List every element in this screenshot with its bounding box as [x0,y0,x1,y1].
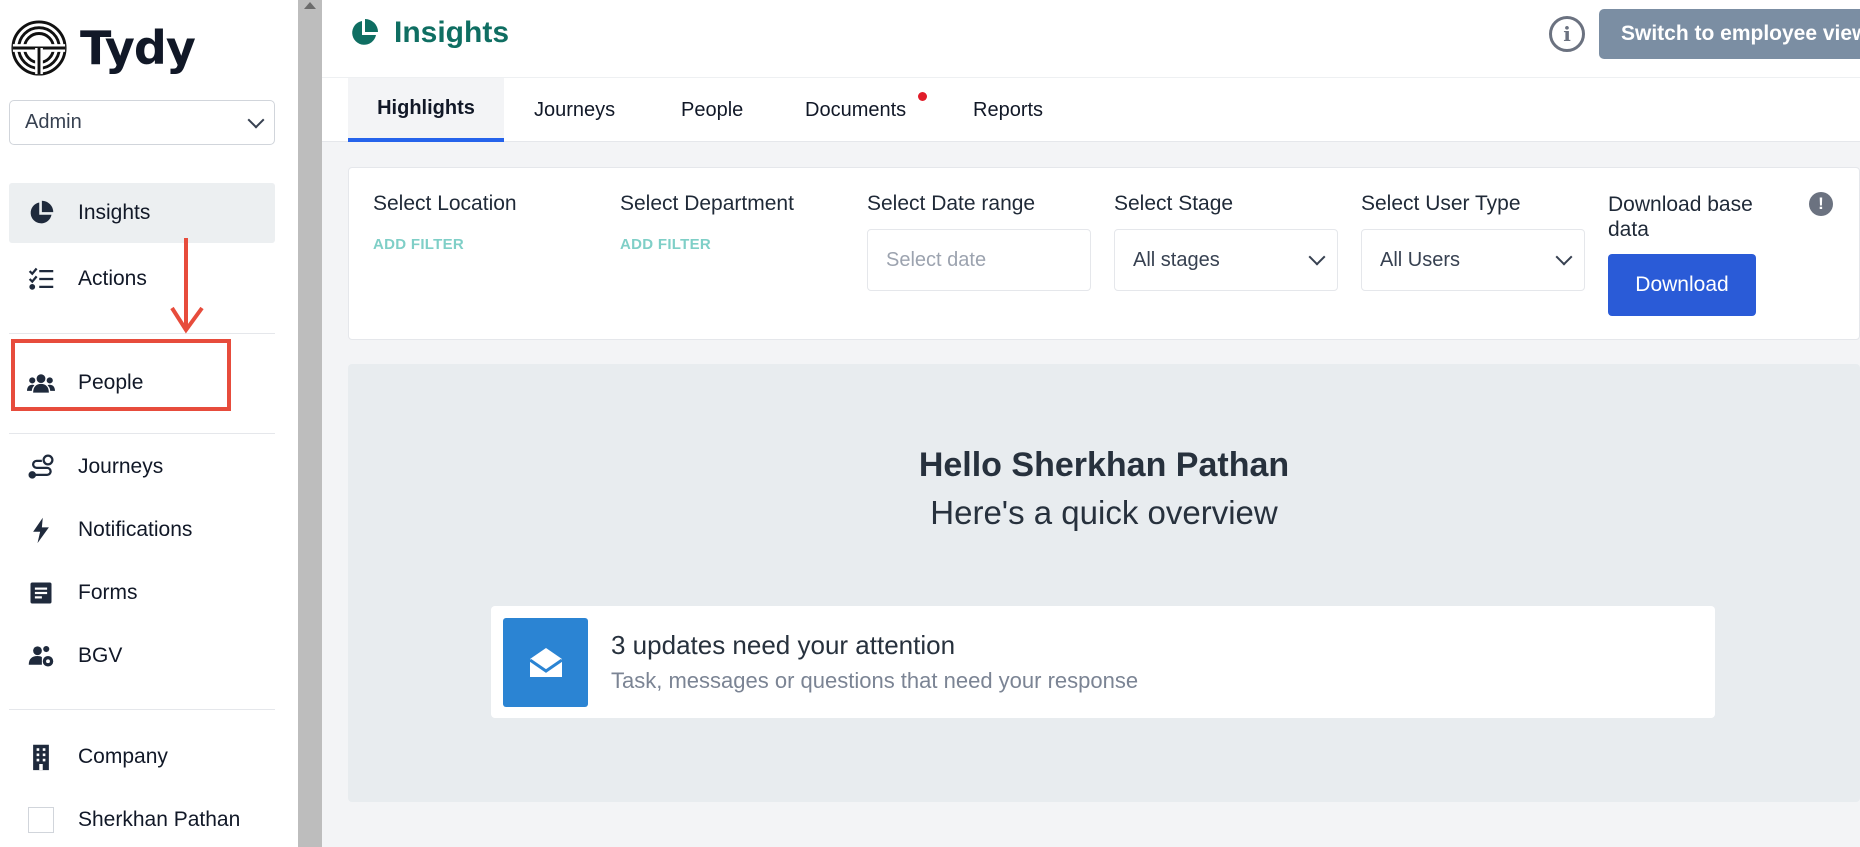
bolt-icon [26,515,56,545]
sidebar-item-insights[interactable]: Insights [9,183,275,243]
sidebar-item-forms[interactable]: Forms [9,563,275,623]
user-type-filter: Select User Type [1361,192,1521,216]
location-add-filter-link[interactable]: ADD FILTER [373,236,517,253]
department-filter: Select Department ADD FILTER [620,192,794,253]
download-section: Download base data [1608,192,1783,242]
date-range-placeholder: Select date [886,248,987,271]
annotation-arrow-icon [170,238,204,334]
sidebar-item-notifications[interactable]: Notifications [9,500,275,560]
role-select[interactable]: Admin [9,100,275,145]
avatar-placeholder [28,807,54,833]
annotation-highlight-box [11,339,231,411]
info-icon[interactable]: i [1549,16,1585,52]
greeting-subtitle: Here's a quick overview [930,494,1278,531]
page-title-text: Insights [394,16,510,49]
alert-info-icon[interactable]: ! [1809,192,1833,216]
department-filter-label: Select Department [620,192,794,215]
sidebar-item-profile[interactable]: Sherkhan Pathan [9,790,275,847]
department-add-filter-link[interactable]: ADD FILTER [620,236,794,253]
tab-label: Highlights [377,96,475,119]
sidebar-item-label: Journeys [78,455,164,478]
route-icon [26,452,56,482]
page-title: Insights [348,16,509,50]
download-label: Download base data [1608,193,1753,241]
sidebar-item-bgv[interactable]: BGV [9,626,275,686]
brand-logo[interactable]: Tydy [10,18,196,78]
checklist-icon [26,264,56,294]
chevron-down-icon [1555,248,1573,266]
tab-label: People [681,98,744,121]
pie-chart-icon [352,19,378,45]
tab-label: Reports [973,98,1044,121]
tab-reports[interactable]: Reports [973,78,1043,142]
sidebar-item-label: BGV [78,644,123,667]
tab-highlights[interactable]: Highlights [348,78,504,142]
overview-panel: Hello Sherkhan Pathan Here's a quick ove… [348,364,1860,802]
tydy-logo-icon [11,20,67,76]
tab-bar: Highlights Journeys People Documents Rep… [322,78,1860,142]
sidebar-item-actions[interactable]: Actions [9,249,275,309]
sidebar-item-label: Actions [78,267,147,290]
sidebar-item-label: Company [78,745,168,768]
pie-chart-icon [26,198,56,228]
role-select-value: Admin [25,111,82,133]
stage-filter-label: Select Stage [1114,192,1234,215]
sidebar-item-label: Sherkhan Pathan [78,808,241,831]
tab-documents[interactable]: Documents [805,78,927,142]
tab-label: Documents [805,98,907,121]
greeting-heading: Hello Sherkhan Pathan [918,446,1290,484]
form-icon [26,578,56,608]
stage-select-value: All stages [1133,248,1220,271]
chevron-down-icon [247,111,265,128]
chevron-down-icon [1308,248,1326,266]
brand-name: Tydy [80,21,196,75]
envelope-open-icon [503,618,588,707]
location-filter: Select Location ADD FILTER [373,192,517,253]
sidebar-divider [9,433,275,434]
sidebar: Tydy Admin Insights Actions People Journ… [0,0,298,847]
sidebar-item-journeys[interactable]: Journeys [9,437,275,497]
sidebar-divider [9,333,275,334]
filter-panel: Select Location ADD FILTER Select Depart… [348,167,1860,340]
location-filter-label: Select Location [373,192,517,215]
page-header: Insights i Switch to employee view [322,0,1860,78]
date-range-input[interactable]: Select date [867,229,1091,291]
notification-dot [918,92,927,101]
tab-journeys[interactable]: Journeys [534,78,615,142]
sidebar-scrollbar[interactable] [298,0,322,847]
scroll-up-icon[interactable] [304,2,316,9]
users-cog-icon [26,641,56,671]
user-type-select-value: All Users [1380,248,1461,271]
user-avatar-icon [26,805,56,835]
updates-card[interactable]: 3 updates need your attention Task, mess… [491,606,1715,718]
updates-title: 3 updates need your attention [611,630,956,660]
user-type-filter-label: Select User Type [1361,192,1521,215]
tab-label: Journeys [534,98,616,121]
updates-subtitle: Task, messages or questions that need yo… [611,668,1139,693]
sidebar-item-label: Insights [78,201,151,224]
sidebar-item-company[interactable]: Company [9,727,275,787]
stage-select[interactable]: All stages [1114,229,1338,291]
user-type-select[interactable]: All Users [1361,229,1585,291]
switch-to-employee-view-button[interactable]: Switch to employee view [1599,9,1860,59]
stage-filter: Select Stage [1114,192,1233,216]
tab-people[interactable]: People [681,78,743,142]
sidebar-item-label: Forms [78,581,138,604]
date-range-filter: Select Date range [867,192,1035,216]
sidebar-divider [9,709,275,710]
building-icon [26,742,56,772]
date-range-label: Select Date range [867,192,1036,215]
download-button[interactable]: Download [1608,254,1756,316]
sidebar-item-label: Notifications [78,518,193,541]
